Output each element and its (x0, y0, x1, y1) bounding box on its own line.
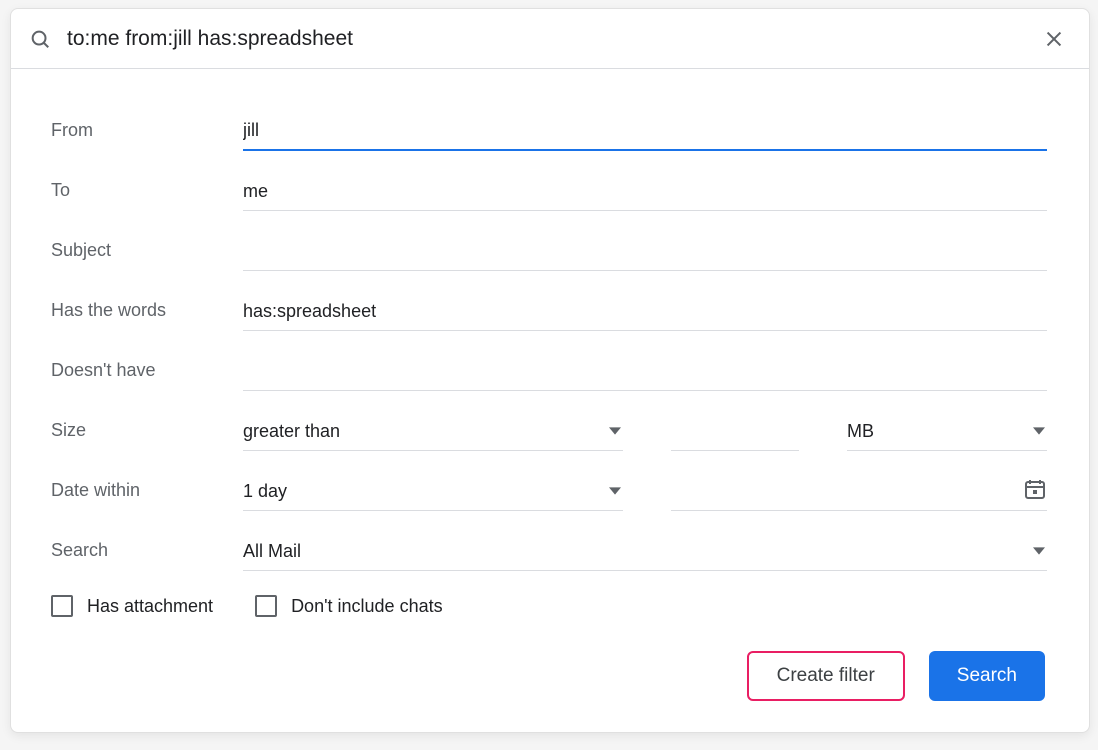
search-scope-value: All Mail (243, 541, 301, 562)
footer-actions: Create filter Search (51, 617, 1047, 701)
to-label: To (51, 180, 219, 211)
search-scope-label: Search (51, 540, 219, 571)
advanced-search-panel: From To Subject Has the words Doesn't ha (10, 8, 1090, 733)
search-icon (29, 28, 51, 50)
size-unit-select[interactable]: MB (847, 415, 1047, 451)
exclude-chats-checkbox[interactable] (255, 595, 277, 617)
search-button[interactable]: Search (929, 651, 1045, 701)
caret-down-icon (1033, 541, 1045, 562)
has-words-input[interactable] (243, 295, 1047, 331)
search-scope-select[interactable]: All Mail (243, 535, 1047, 571)
search-bar (11, 9, 1089, 69)
exclude-chats-label: Don't include chats (291, 596, 443, 617)
caret-down-icon (1033, 421, 1045, 442)
search-query-input[interactable] (51, 23, 1037, 55)
has-words-label: Has the words (51, 300, 219, 331)
has-attachment-label: Has attachment (87, 596, 213, 617)
subject-input[interactable] (243, 235, 1047, 271)
caret-down-icon (609, 421, 621, 442)
doesnt-have-input[interactable] (243, 355, 1047, 391)
size-unit-value: MB (847, 421, 874, 442)
calendar-icon[interactable] (1023, 477, 1047, 506)
size-operator-value: greater than (243, 421, 340, 442)
checkbox-row: Has attachment Don't include chats (51, 571, 1047, 617)
search-form: From To Subject Has the words Doesn't ha (11, 69, 1089, 701)
clear-search-button[interactable] (1037, 27, 1071, 51)
close-icon (1043, 28, 1065, 50)
date-range-value: 1 day (243, 481, 287, 502)
has-attachment-checkbox[interactable] (51, 595, 73, 617)
size-value-input[interactable] (671, 415, 799, 451)
date-within-label: Date within (51, 480, 219, 511)
size-operator-select[interactable]: greater than (243, 415, 623, 451)
subject-label: Subject (51, 240, 219, 271)
create-filter-button[interactable]: Create filter (747, 651, 905, 701)
to-input[interactable] (243, 175, 1047, 211)
from-label: From (51, 120, 219, 151)
doesnt-have-label: Doesn't have (51, 360, 219, 391)
size-label: Size (51, 420, 219, 451)
from-input[interactable] (243, 114, 1047, 151)
caret-down-icon (609, 481, 621, 502)
date-range-select[interactable]: 1 day (243, 475, 623, 511)
